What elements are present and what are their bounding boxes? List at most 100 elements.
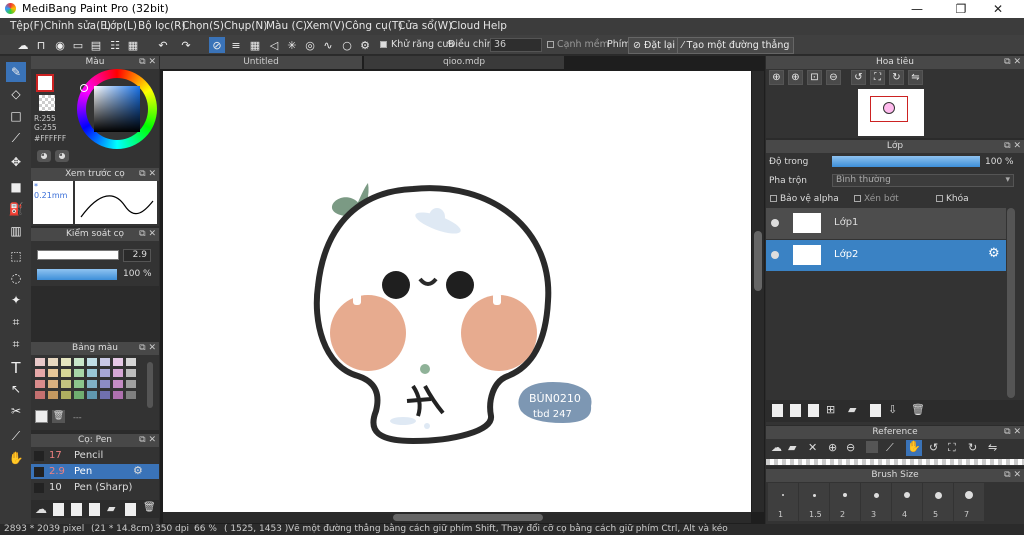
cloud-brush-icon[interactable]: ☁ [35,502,47,516]
panel-close-icon[interactable]: ⧉ ✕ [139,434,156,447]
zoom-in-icon[interactable]: ⊕ [769,70,784,85]
no-ruler-icon[interactable]: ⊘ [209,37,225,53]
radial-icon[interactable]: ✳ [284,37,300,53]
close-button[interactable]: ✕ [981,0,1015,18]
palette-swatch[interactable] [113,358,123,366]
menu-window[interactable]: Cửa sổ(W) [398,20,452,32]
panel-list-icon[interactable]: ☷ [107,37,123,53]
hue-marker-icon[interactable] [80,84,88,92]
folder-icon[interactable]: ▰ [107,502,115,515]
concentric-icon[interactable]: ◎ [302,37,318,53]
rotate-right-icon[interactable]: ↻ [889,70,904,85]
brush-size-preset[interactable]: 3 [861,483,891,521]
grid-list-icon[interactable]: ▦ [125,37,141,53]
lock-checkbox[interactable]: Khóa [936,194,969,204]
tab-untitled[interactable]: Untitled [160,56,362,69]
brush-item-pencil[interactable]: 17 Pencil [31,448,159,463]
panel-close-icon[interactable]: ⧉ ✕ [1004,469,1021,482]
curve-ruler-icon[interactable]: ∿ [320,37,336,53]
palette-swatch[interactable] [61,358,71,366]
parallel-ruler-icon[interactable]: ≡ [228,37,244,53]
zoom-out-icon[interactable]: ⊖ [846,441,855,454]
layer-opacity-slider[interactable] [832,156,980,167]
palette-swatch[interactable] [100,358,110,366]
panel-close-icon[interactable]: ⧉ ✕ [139,342,156,355]
drawing-canvas[interactable]: BÚN0210 tbd 247 [163,71,751,512]
hand-tool-icon[interactable]: ✋ [6,448,26,468]
fit-icon[interactable] [866,441,878,453]
brush-item-pen-sharp[interactable]: 10 Pen (Sharp) [31,480,159,495]
palette-swatch[interactable] [113,369,123,377]
palette-swatch[interactable] [126,369,136,377]
rotate-right-icon[interactable]: ↻ [968,441,977,454]
brush-size-slider[interactable] [37,250,119,260]
menu-edit[interactable]: Chỉnh sửa(E) [44,20,111,32]
redo-icon[interactable]: ↷ [178,37,194,53]
brush-opacity-slider[interactable] [37,269,117,280]
fill-tool-icon[interactable]: ■ [6,177,26,197]
primary-color-swatch[interactable] [36,74,54,92]
page-icon[interactable]: ▤ [88,37,104,53]
ellipse-ruler-icon[interactable]: ○ [339,37,355,53]
menu-cloud[interactable]: Cloud [450,20,480,32]
palette-scrollbar[interactable] [147,362,153,408]
reset-button[interactable]: ⊘ Đặt lại [628,37,681,54]
fit-window-icon[interactable]: ⛶ [948,441,956,455]
brush-item-pen[interactable]: 2.9 Pen ⚙ [31,464,159,479]
select-tool-icon[interactable]: ⬚ [6,246,26,266]
panel-close-icon[interactable]: ⧉ ✕ [139,168,156,181]
panel-close-icon[interactable]: ⧉ ✕ [139,56,156,69]
panel-close-icon[interactable]: ⧉ ✕ [1004,140,1021,153]
navigator-thumbnail[interactable] [858,89,924,136]
maximize-button[interactable]: ❐ [944,0,978,18]
operation-tool-icon[interactable]: ↖ [6,379,26,399]
vertical-scroll-thumb[interactable] [754,231,762,291]
panel-close-icon[interactable]: ⧉ ✕ [1004,426,1021,439]
minimize-button[interactable]: — [900,0,934,18]
color-settings-icon[interactable]: ◕ [55,150,69,162]
cloud-icon[interactable]: ☁ [771,441,782,454]
menu-filter[interactable]: Bộ lọc(R) [138,20,186,32]
new-brush-icon[interactable] [53,503,64,516]
copy-brush-icon[interactable] [71,503,82,516]
close-icon[interactable]: ✕ [808,441,817,454]
palette-swatch[interactable] [35,369,45,377]
flip-icon[interactable]: ⇋ [988,441,997,454]
horizontal-scroll-thumb[interactable] [393,514,543,521]
blur-tool-icon[interactable]: ⟋ [6,128,26,148]
brush-size-preset[interactable]: 2 [830,483,860,521]
menu-layer[interactable]: Lớp(L) [104,20,137,32]
antialias-checkbox[interactable] [380,41,387,48]
eyedropper-icon[interactable]: ⟋ [886,441,894,455]
brush-size-preset[interactable]: 7 [954,483,984,521]
zoom-out-icon[interactable]: ⊖ [826,70,841,85]
menu-select[interactable]: Chọn(S) [182,20,224,32]
reference-image-area[interactable] [766,459,1024,465]
layer-scrollbar[interactable] [1007,208,1015,398]
palette-swatch[interactable] [61,369,71,377]
tab-file[interactable]: qioo.mdp [364,56,564,69]
add-layer-menu-icon[interactable]: ⊞ [826,403,835,416]
new-8bit-layer-icon[interactable] [808,404,819,417]
palette-swatch[interactable] [74,391,84,399]
straight-line-button[interactable]: ⁄ Tạo một đường thẳng [677,37,795,54]
new-halftone-layer-icon[interactable] [790,404,801,417]
palette-swatch[interactable] [48,391,58,399]
snap-checkbox[interactable] [547,41,554,48]
palette-swatch[interactable] [113,380,123,388]
select-pen-tool-icon[interactable]: ⌗ [6,312,26,332]
palette-swatch[interactable] [87,391,97,399]
brush-size-preset[interactable]: 1.5 [799,483,829,521]
eye-icon[interactable] [771,219,779,227]
vertical-scrollbar[interactable] [752,71,764,512]
fit-window-icon[interactable]: ⛶ [870,70,885,85]
rotate-left-icon[interactable]: ↺ [929,441,938,454]
brush-tool-icon[interactable]: ✎ [6,62,26,82]
bucket-tool-icon[interactable]: ⛽ [6,199,26,219]
undo-icon[interactable]: ↶ [155,37,171,53]
menu-view[interactable]: Xem(V) [306,20,345,32]
horizontal-scrollbar[interactable] [163,512,751,523]
clip-checkbox[interactable]: Xén bớt [854,194,899,204]
dot-tool-icon[interactable]: □ [6,106,26,126]
new-palette-icon[interactable] [35,410,48,423]
